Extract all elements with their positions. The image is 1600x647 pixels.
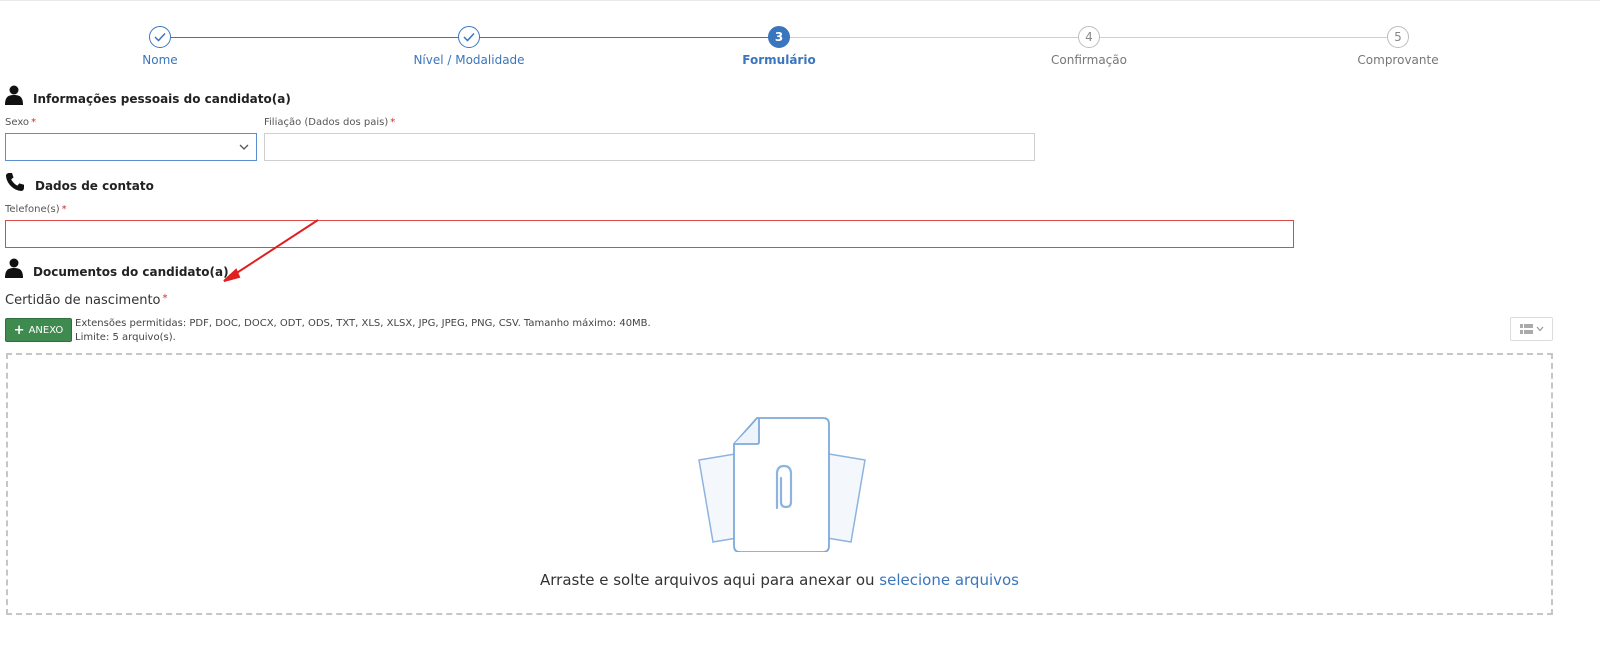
step-number: 4 bbox=[1078, 26, 1100, 48]
plus-icon: + bbox=[13, 322, 25, 338]
chevron-down-icon bbox=[1536, 326, 1543, 332]
step-nome[interactable]: Nome bbox=[60, 26, 260, 67]
filiacao-input[interactable] bbox=[264, 133, 1035, 161]
step-number: 5 bbox=[1387, 26, 1409, 48]
phone-icon bbox=[6, 173, 24, 191]
allowed-extensions-text: Extensões permitidas: PDF, DOC, DOCX, OD… bbox=[75, 318, 651, 329]
file-dropzone[interactable]: Arraste e solte arquivos aqui para anexa… bbox=[6, 353, 1553, 615]
file-attachment-icon bbox=[698, 417, 866, 552]
add-attachment-label: ANEXO bbox=[28, 324, 64, 336]
sexo-select[interactable] bbox=[5, 133, 257, 161]
step-check-icon bbox=[149, 26, 171, 48]
section-personal-info: Informações pessoais do candidato(a) bbox=[5, 84, 291, 106]
step-comprovante[interactable]: 5 Comprovante bbox=[1298, 26, 1498, 67]
step-label: Formulário bbox=[742, 53, 816, 67]
wizard-stepper: Nome Nível / Modalidade 3 Formulário 4 C… bbox=[0, 0, 1600, 80]
filiacao-label: Filiação (Dados dos pais) * bbox=[264, 117, 396, 128]
step-number: 3 bbox=[768, 26, 790, 48]
chevron-down-icon bbox=[239, 144, 249, 150]
section-title: Dados de contato bbox=[35, 179, 154, 193]
sexo-label: Sexo * bbox=[5, 117, 37, 128]
step-label: Comprovante bbox=[1357, 53, 1439, 67]
view-mode-dropdown[interactable] bbox=[1510, 317, 1553, 341]
section-documents: Documentos do candidato(a) bbox=[5, 257, 229, 279]
telefone-input[interactable] bbox=[5, 220, 1294, 248]
section-title: Informações pessoais do candidato(a) bbox=[33, 92, 291, 106]
grid-view-icon bbox=[1519, 324, 1533, 334]
user-icon bbox=[5, 258, 23, 278]
dropzone-instructions: Arraste e solte arquivos aqui para anexa… bbox=[8, 571, 1551, 589]
section-title: Documentos do candidato(a) bbox=[33, 265, 229, 279]
step-confirmacao[interactable]: 4 Confirmação bbox=[989, 26, 1189, 67]
telefone-label: Telefone(s) * bbox=[5, 204, 67, 215]
add-attachment-button[interactable]: + ANEXO bbox=[5, 318, 72, 342]
step-label: Nome bbox=[142, 53, 178, 67]
select-files-link[interactable]: selecione arquivos bbox=[879, 571, 1019, 589]
step-check-icon bbox=[458, 26, 480, 48]
step-nivel-modalidade[interactable]: Nível / Modalidade bbox=[369, 26, 569, 67]
step-label: Nível / Modalidade bbox=[413, 53, 525, 67]
section-contact: Dados de contato bbox=[5, 171, 154, 193]
step-label: Confirmação bbox=[1051, 53, 1127, 67]
dropzone-text: Arraste e solte arquivos aqui para anexa… bbox=[539, 571, 875, 589]
certidao-label: Certidão de nascimento * bbox=[5, 293, 168, 308]
user-icon bbox=[5, 85, 23, 105]
file-limit-text: Limite: 5 arquivo(s). bbox=[75, 332, 176, 343]
step-formulario[interactable]: 3 Formulário bbox=[679, 26, 879, 67]
attachment-help: Extensões permitidas: PDF, DOC, DOCX, OD… bbox=[75, 317, 651, 345]
